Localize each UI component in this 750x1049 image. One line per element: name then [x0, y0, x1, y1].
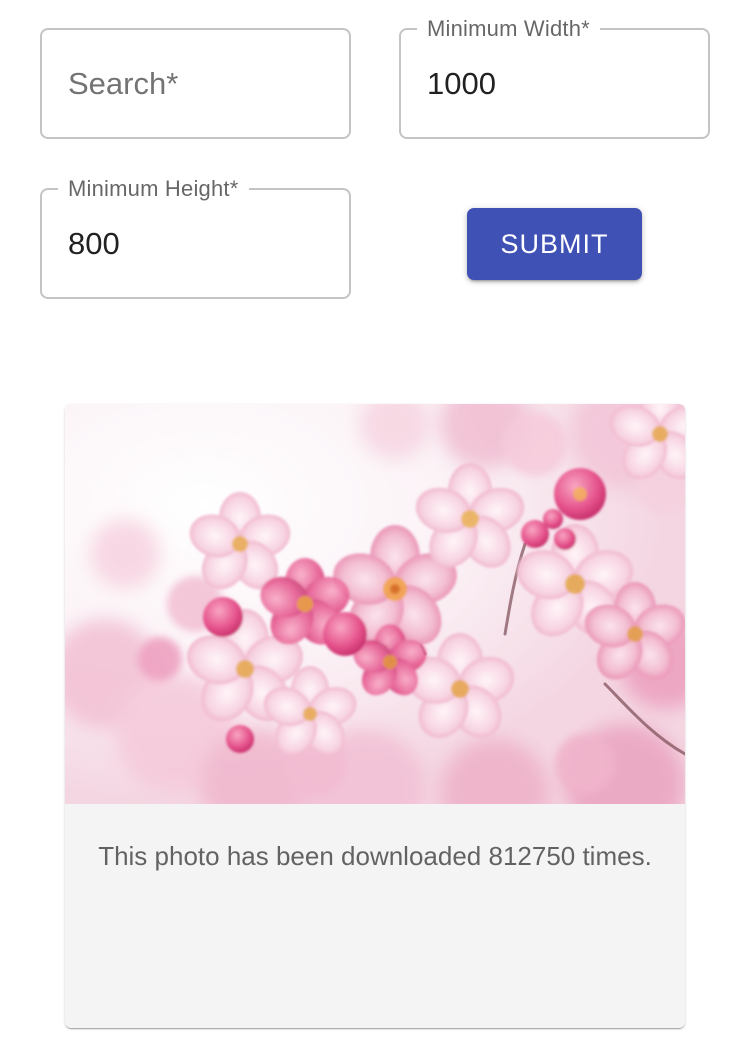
download-count-caption: This photo has been downloaded 812750 ti… — [98, 841, 652, 871]
search-field[interactable] — [40, 28, 351, 139]
photo-image — [65, 404, 685, 804]
minimum-height-label: Minimum Height* — [58, 176, 249, 202]
photo-card: This photo has been downloaded 812750 ti… — [65, 404, 685, 1028]
minimum-width-field[interactable]: Minimum Width* — [399, 16, 710, 139]
minimum-height-field[interactable]: Minimum Height* — [40, 176, 351, 299]
search-input[interactable] — [68, 64, 323, 104]
submit-button[interactable]: Submit — [467, 208, 642, 280]
minimum-height-input[interactable] — [68, 224, 323, 264]
minimum-width-input[interactable] — [427, 64, 682, 104]
minimum-width-label: Minimum Width* — [417, 16, 600, 42]
